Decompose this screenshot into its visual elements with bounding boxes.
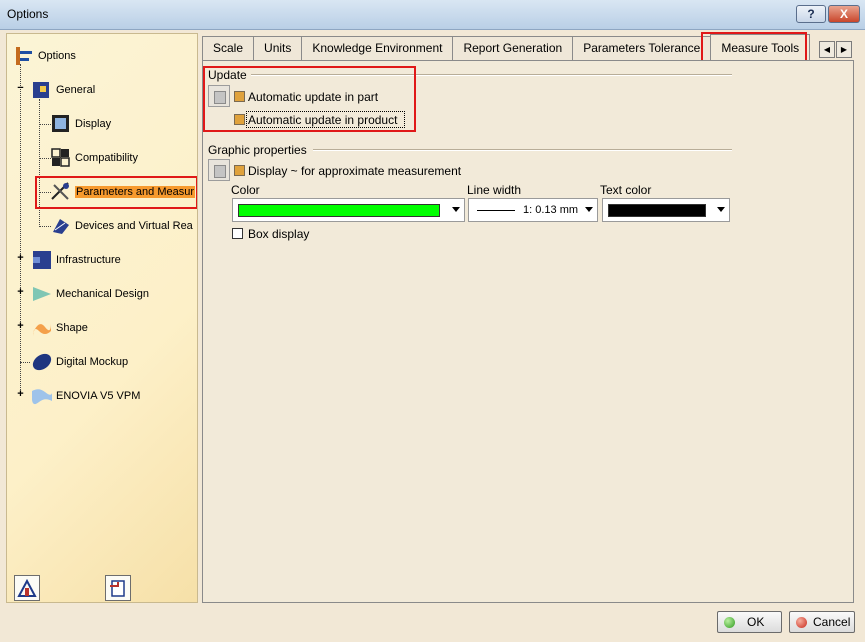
color-swatch (238, 204, 440, 217)
cancel-icon (796, 616, 807, 628)
general-icon (31, 79, 53, 101)
chevron-down-icon (585, 207, 593, 212)
ok-icon (724, 616, 735, 628)
ok-label: OK (747, 615, 765, 629)
devices-icon (50, 215, 72, 237)
options-tree: Options − General Display Compatibility … (6, 33, 198, 603)
mockup-icon (31, 351, 53, 373)
tree-item-label: Infrastructure (56, 254, 121, 266)
text-color-dropdown[interactable] (602, 198, 730, 222)
tree-item-label: Display (75, 118, 112, 130)
highlight-box (35, 176, 197, 209)
tree-item-label: Shape (56, 322, 88, 334)
expand-icon[interactable]: + (16, 253, 25, 264)
expand-icon[interactable]: + (16, 287, 25, 298)
tab-scroll-right-icon[interactable]: ▶ (836, 41, 852, 58)
tab-scale[interactable]: Scale (202, 36, 255, 60)
measure-tools-panel: Update Automatic update in part Automati… (202, 60, 854, 603)
text-color-swatch (608, 204, 706, 217)
tab-knowledge-environment[interactable]: Knowledge Environment (301, 36, 454, 60)
tree-item-label: Options (38, 50, 76, 62)
box-display-label: Box display (248, 227, 310, 241)
expand-icon[interactable]: + (16, 321, 25, 332)
enovia-icon (31, 385, 53, 407)
tree-line (20, 64, 21, 394)
expand-icon[interactable]: + (16, 389, 25, 400)
tree-item-label: Compatibility (75, 152, 138, 164)
tree-item-label: General (56, 84, 96, 96)
tree-item-devices[interactable]: Devices and Virtual Rea (50, 215, 193, 237)
line-width-value: 1: 0.13 mm (523, 204, 579, 216)
tree-item-label: Mechanical Design (56, 288, 149, 300)
tree-item-mechanical-design[interactable]: Mechanical Design (31, 283, 149, 305)
tree-item-display[interactable]: Display (50, 113, 111, 135)
color-dropdown[interactable] (232, 198, 465, 222)
text-color-label: Text color (600, 183, 652, 197)
close-button[interactable]: X (828, 5, 860, 23)
highlight-box (203, 66, 416, 132)
display-approx-label: Display ~ for approximate measurement (248, 164, 462, 178)
cancel-button[interactable]: Cancel (789, 611, 855, 633)
tree-item-compatibility[interactable]: Compatibility (50, 147, 138, 169)
help-button[interactable]: ? (796, 5, 826, 23)
compatibility-icon (50, 147, 72, 169)
export-icon[interactable] (105, 575, 131, 601)
tree-item-infrastructure[interactable]: Infrastructure (31, 249, 121, 271)
color-label: Color (231, 183, 260, 197)
line-width-label: Line width (467, 183, 522, 197)
reset-icon[interactable] (14, 575, 40, 601)
tree-item-enovia[interactable]: ENOVIA V5 VPM (31, 385, 140, 407)
graphic-group-title: Graphic properties (208, 143, 307, 157)
tree-item-label: Digital Mockup (56, 356, 129, 368)
tree-item-shape[interactable]: Shape (31, 317, 88, 339)
tree-item-digital-mockup[interactable]: Digital Mockup (31, 351, 128, 373)
title-bar: Options ? X (0, 0, 865, 30)
line-sample (477, 210, 515, 211)
options-icon (13, 45, 35, 67)
cancel-label: Cancel (813, 615, 851, 629)
infrastructure-icon (31, 249, 53, 271)
tree-item-options[interactable]: Options (13, 45, 76, 67)
window-title: Options (7, 7, 49, 21)
chevron-down-icon (452, 207, 460, 212)
tree-line (20, 362, 30, 363)
line-width-dropdown[interactable]: 1: 0.13 mm (468, 198, 598, 222)
lock-icon[interactable] (208, 159, 230, 181)
tab-report-generation[interactable]: Report Generation (452, 36, 574, 60)
tab-units[interactable]: Units (253, 36, 303, 60)
shape-icon (31, 317, 53, 339)
tree-item-label: ENOVIA V5 VPM (56, 390, 141, 402)
chevron-down-icon (717, 207, 725, 212)
ok-button[interactable]: OK (717, 611, 782, 633)
tree-item-general[interactable]: General (31, 79, 95, 101)
tree-item-label: Devices and Virtual Rea (75, 220, 193, 232)
collapse-icon[interactable]: − (16, 83, 25, 94)
mechanical-icon (31, 283, 53, 305)
tab-scroll-left-icon[interactable]: ◀ (819, 41, 835, 58)
box-display-checkbox[interactable] (232, 228, 243, 239)
display-approx-checkbox[interactable] (234, 165, 245, 176)
group-divider (313, 149, 732, 151)
tab-parameters-tolerance[interactable]: Parameters Tolerance (572, 36, 712, 60)
display-icon (50, 113, 72, 135)
